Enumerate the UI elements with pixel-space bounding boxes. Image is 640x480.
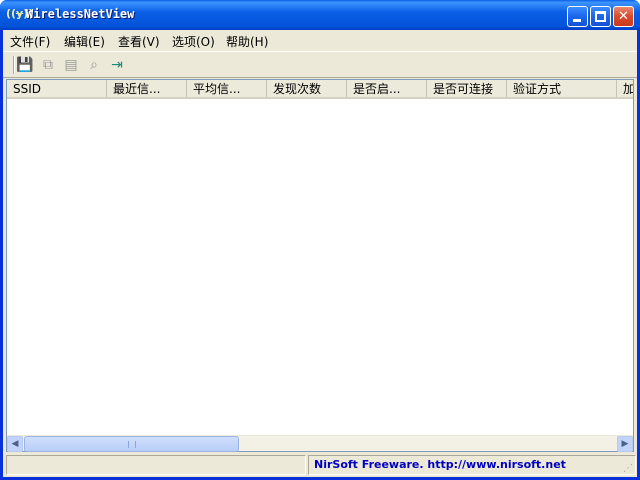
find-button[interactable]: ⌕ <box>84 55 104 75</box>
horizontal-scrollbar[interactable]: ◀ ▶ <box>7 435 633 452</box>
column-header-ssid[interactable]: SSID <box>7 80 107 97</box>
column-header-enabled[interactable]: 是否启... <box>347 80 427 97</box>
scroll-thumb[interactable] <box>24 436 239 452</box>
list-header: SSID 最近信... 平均信... 发现次数 是否启... 是否可连接 验证方… <box>7 80 633 99</box>
column-header-detection-count[interactable]: 发现次数 <box>267 80 347 97</box>
column-header-encryption[interactable]: 加 <box>617 80 633 97</box>
menu-help[interactable]: 帮助(H) <box>226 33 268 50</box>
properties-button[interactable]: ▤ <box>61 55 81 75</box>
menu-bar: 文件(F) 编辑(E) 查看(V) 选项(O) 帮助(H) <box>3 30 637 50</box>
menu-view[interactable]: 查看(V) <box>118 33 160 50</box>
toolbar: 💾 ⧉ ▤ ⌕ ⇥ <box>3 51 637 78</box>
scroll-right-button[interactable]: ▶ <box>617 436 633 452</box>
exit-button[interactable]: ⇥ <box>107 55 127 75</box>
arrow-left-icon: ◀ <box>11 439 19 449</box>
network-list[interactable]: SSID 最近信... 平均信... 发现次数 是否启... 是否可连接 验证方… <box>6 79 634 452</box>
find-icon: ⌕ <box>90 57 98 73</box>
close-button[interactable]: ✕ <box>613 6 634 27</box>
copy-button[interactable]: ⧉ <box>38 55 58 75</box>
column-header-last-signal[interactable]: 最近信... <box>107 80 187 97</box>
status-panel-link[interactable]: NirSoft Freeware. http://www.nirsoft.net <box>308 455 636 475</box>
minimize-button[interactable] <box>567 6 588 27</box>
scroll-left-button[interactable]: ◀ <box>7 436 23 452</box>
save-icon: 💾 <box>16 57 34 73</box>
maximize-button[interactable] <box>590 6 611 27</box>
wireless-antenna-icon: ((ɏ)) <box>6 7 34 20</box>
status-bar: NirSoft Freeware. http://www.nirsoft.net… <box>3 453 637 477</box>
minimize-icon <box>573 19 581 22</box>
maximize-icon <box>595 11 606 22</box>
menu-options[interactable]: 选项(O) <box>172 33 215 50</box>
status-panel-left <box>6 455 306 475</box>
column-header-connectable[interactable]: 是否可连接 <box>427 80 507 97</box>
arrow-right-icon: ▶ <box>621 439 629 449</box>
save-button[interactable]: 💾 <box>15 55 35 75</box>
column-header-average-signal[interactable]: 平均信... <box>187 80 267 97</box>
menu-file[interactable]: 文件(F) <box>10 33 50 50</box>
exit-icon: ⇥ <box>111 57 123 73</box>
menu-edit[interactable]: 编辑(E) <box>64 33 105 50</box>
properties-icon: ▤ <box>64 57 78 73</box>
copy-icon: ⧉ <box>43 57 53 73</box>
resize-grip-icon[interactable]: ⋰ <box>623 463 635 475</box>
window-title: WirelessNetView <box>26 7 135 21</box>
close-icon: ✕ <box>618 9 629 24</box>
app-window: ((ɏ)) WirelessNetView ✕ 文件(F) 编辑(E) 查看(V… <box>0 0 640 480</box>
grip-icon <box>128 441 136 448</box>
title-bar[interactable]: ((ɏ)) WirelessNetView ✕ <box>0 0 640 30</box>
column-header-authentication[interactable]: 验证方式 <box>507 80 617 97</box>
